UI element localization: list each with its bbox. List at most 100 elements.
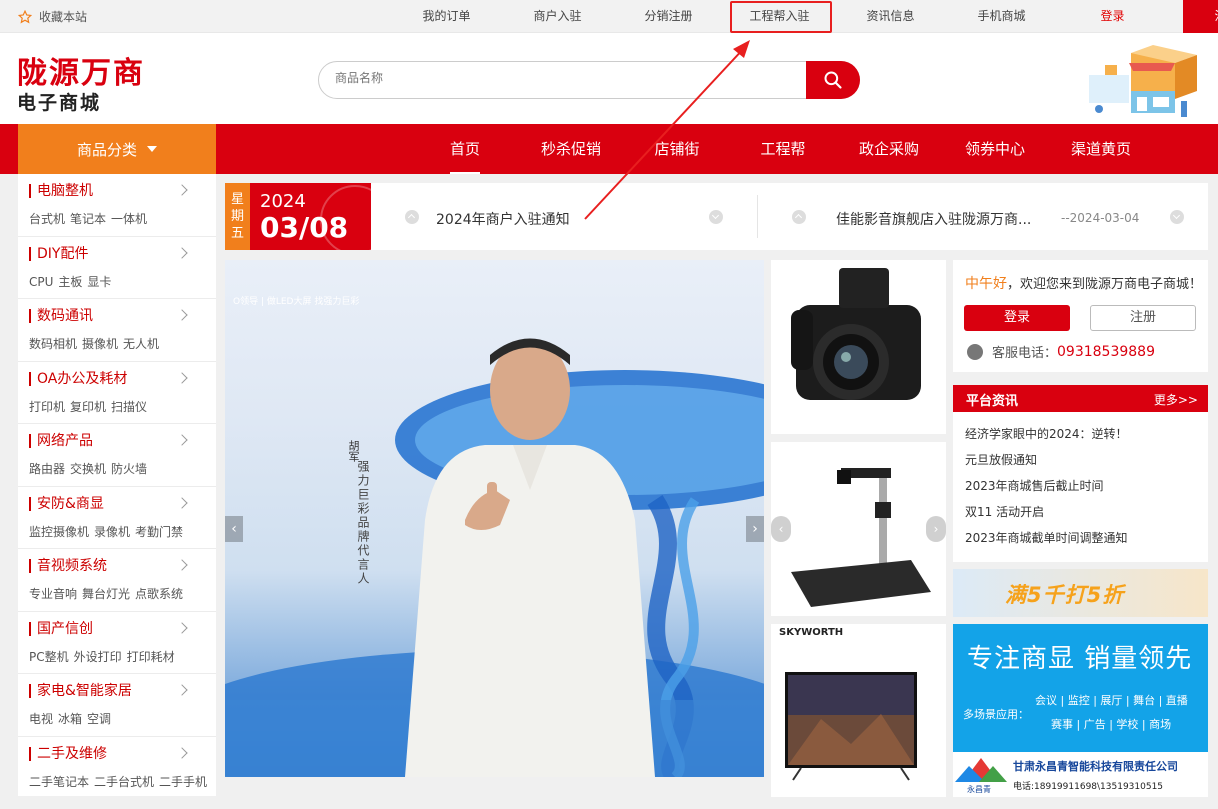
main-banner[interactable]: O领导 | 做LED大屏 找强力巨彩 胡军 强力巨彩品牌代言人 ‹ ›	[225, 260, 764, 777]
category-title[interactable]: 二手及维修	[29, 746, 216, 761]
subcategory-link[interactable]: 打印机	[29, 400, 65, 414]
tile-prev-button[interactable]: ‹	[771, 516, 791, 542]
search-input[interactable]	[335, 71, 795, 85]
subcategory-link[interactable]: 电视	[29, 712, 53, 726]
register-button[interactable]: 注册	[1090, 305, 1196, 331]
promo-banner[interactable]: 满5千打5折	[953, 569, 1208, 617]
subcategory-link[interactable]: 复印机	[70, 400, 106, 414]
subcategory-link[interactable]: 打印耗材	[127, 650, 175, 664]
subcategory-link[interactable]: 外设打印	[74, 650, 122, 664]
category-office[interactable]: OA办公及耗材 打印机 复印机 扫描仪	[18, 362, 216, 424]
subcategory-link[interactable]: 笔记本	[70, 212, 106, 226]
nav-channel-directory[interactable]: 渠道黄页	[1048, 124, 1154, 174]
category-title[interactable]: 数码通讯	[29, 309, 216, 323]
category-digital[interactable]: 数码通讯 数码相机 摄像机 无人机	[18, 299, 216, 362]
category-title[interactable]: 电脑整机	[29, 184, 216, 198]
header: 陇源万商 电子商城	[0, 33, 1218, 124]
subcategory-link[interactable]: 扫描仪	[111, 400, 147, 414]
subcategory-link[interactable]: 录像机	[94, 525, 130, 539]
subcategory-link[interactable]: 交换机	[70, 462, 106, 476]
category-network[interactable]: 网络产品 路由器 交换机 防火墙	[18, 424, 216, 487]
notice-item[interactable]: 2024年商户入驻通知	[436, 209, 570, 229]
product-tile-scanner[interactable]: ‹ ›	[771, 442, 946, 616]
favorite-link[interactable]: 收藏本站	[18, 8, 87, 25]
category-computers[interactable]: 电脑整机 台式机 笔记本 一体机	[18, 174, 216, 237]
category-menu-button[interactable]: 商品分类	[18, 124, 216, 174]
subcategory-link[interactable]: 防火墙	[111, 462, 147, 476]
subcategory-link[interactable]: 数码相机	[29, 337, 77, 351]
distribution-register-link[interactable]: 分销注册	[613, 0, 724, 33]
mobile-mall-link[interactable]: 手机商城	[946, 0, 1057, 33]
news-item[interactable]: 元旦放假通知	[953, 447, 1208, 473]
news-info-link[interactable]: 资讯信息	[835, 0, 946, 33]
notice-next-icon[interactable]	[709, 210, 723, 224]
subcategory-link[interactable]: 二手笔记本	[29, 775, 89, 789]
nav-gov-purchase[interactable]: 政企采购	[836, 124, 942, 174]
subcategory-link[interactable]: 台式机	[29, 212, 65, 226]
subcategory-link[interactable]: 监控摄像机	[29, 525, 89, 539]
subcategory-link[interactable]: 空调	[87, 712, 111, 726]
category-title[interactable]: 音视频系统	[29, 559, 216, 573]
subcategory-link[interactable]: PC整机	[29, 650, 69, 664]
category-title[interactable]: 国产信创	[29, 621, 216, 636]
news-item[interactable]: 双11 活动开启	[953, 499, 1208, 525]
subcategory-link[interactable]: 二手台式机	[94, 775, 154, 789]
subcategory-link[interactable]: 二手手机	[159, 775, 207, 789]
category-smart-home[interactable]: 家电&智能家居 电视 冰箱 空调	[18, 674, 216, 737]
banner-prev-button[interactable]: ‹	[225, 516, 243, 542]
product-tile-camera[interactable]	[771, 260, 946, 434]
subcategory-link[interactable]: 一体机	[111, 212, 147, 226]
category-title[interactable]: OA办公及耗材	[29, 371, 216, 386]
notice-prev-icon[interactable]	[792, 210, 806, 224]
ad-tel: 电话:18919911698\13519310515	[1013, 782, 1164, 792]
my-orders-link[interactable]: 我的订单	[391, 0, 502, 33]
search-button[interactable]	[806, 61, 860, 99]
subcategory-link[interactable]: 冰箱	[58, 712, 82, 726]
nav-flash-sale[interactable]: 秒杀促销	[518, 124, 624, 174]
subcategory-link[interactable]: 主板	[58, 275, 82, 289]
category-title[interactable]: DIY配件	[29, 246, 216, 261]
subcategory-link[interactable]: 专业音响	[29, 587, 77, 601]
top-register-button[interactable]: 注册	[1183, 0, 1218, 33]
notice-prev-icon[interactable]	[405, 210, 419, 224]
subcategory-link[interactable]: 显卡	[87, 275, 111, 289]
news-item[interactable]: 2023年商城截单时间调整通知	[953, 525, 1208, 551]
news-item[interactable]: 经济学家眼中的2024：逆转！	[953, 421, 1208, 447]
banner-brand-line: O领导 | 做LED大屏 找强力巨彩	[233, 297, 360, 307]
ad-banner[interactable]: 专注商显 销量领先 会议 | 监控 | 展厅 | 舞台 | 直播 多场景应用： …	[953, 624, 1208, 797]
banner-next-button[interactable]: ›	[746, 516, 764, 542]
top-login-link[interactable]: 登录	[1057, 0, 1168, 33]
main-nav: 商品分类 首页 秒杀促销 店铺街 工程帮 政企采购 领券中心 渠道黄页	[0, 124, 1218, 174]
category-security[interactable]: 安防&商显 监控摄像机 录像机 考勤门禁	[18, 487, 216, 549]
login-button[interactable]: 登录	[964, 305, 1070, 331]
category-av-systems[interactable]: 音视频系统 专业音响 舞台灯光 点歌系统	[18, 549, 216, 612]
category-title[interactable]: 安防&商显	[29, 496, 216, 511]
nav-home[interactable]: 首页	[412, 124, 518, 174]
subcategory-link[interactable]: CPU	[29, 275, 53, 289]
category-second-hand[interactable]: 二手及维修 二手笔记本 二手台式机 二手手机	[18, 737, 216, 800]
more-news-link[interactable]: 更多>>	[1154, 391, 1198, 408]
tile-next-button[interactable]: ›	[926, 516, 946, 542]
subcategory-link[interactable]: 摄像机	[82, 337, 118, 351]
category-diy-parts[interactable]: DIY配件 CPU 主板 显卡	[18, 237, 216, 299]
subcategory-link[interactable]: 舞台灯光	[82, 587, 130, 601]
annotation-highlight-box	[730, 1, 832, 33]
nav-engineering[interactable]: 工程帮	[730, 124, 836, 174]
notice-item[interactable]: 佳能影音旗舰店入驻陇源万商...	[836, 209, 1031, 229]
subcategory-link[interactable]: 考勤门禁	[135, 525, 183, 539]
tv-image	[785, 672, 917, 781]
notice-next-icon[interactable]	[1170, 210, 1184, 224]
category-title[interactable]: 家电&智能家居	[29, 684, 216, 698]
subcategory-link[interactable]: 路由器	[29, 462, 65, 476]
category-title[interactable]: 网络产品	[29, 434, 216, 448]
nav-coupon-center[interactable]: 领券中心	[942, 124, 1048, 174]
subcategory-link[interactable]: 点歌系统	[135, 587, 183, 601]
product-tile-tv[interactable]: SKYWORTH	[771, 624, 946, 797]
search-icon	[824, 71, 842, 89]
category-domestic-it[interactable]: 国产信创 PC整机 外设打印 打印耗材	[18, 612, 216, 674]
merchant-join-link[interactable]: 商户入驻	[502, 0, 613, 33]
news-item[interactable]: 2023年商城售后截止时间	[953, 473, 1208, 499]
logo-title[interactable]: 陇源万商	[17, 48, 145, 92]
nav-shop-street[interactable]: 店铺街	[624, 124, 730, 174]
subcategory-link[interactable]: 无人机	[123, 337, 159, 351]
